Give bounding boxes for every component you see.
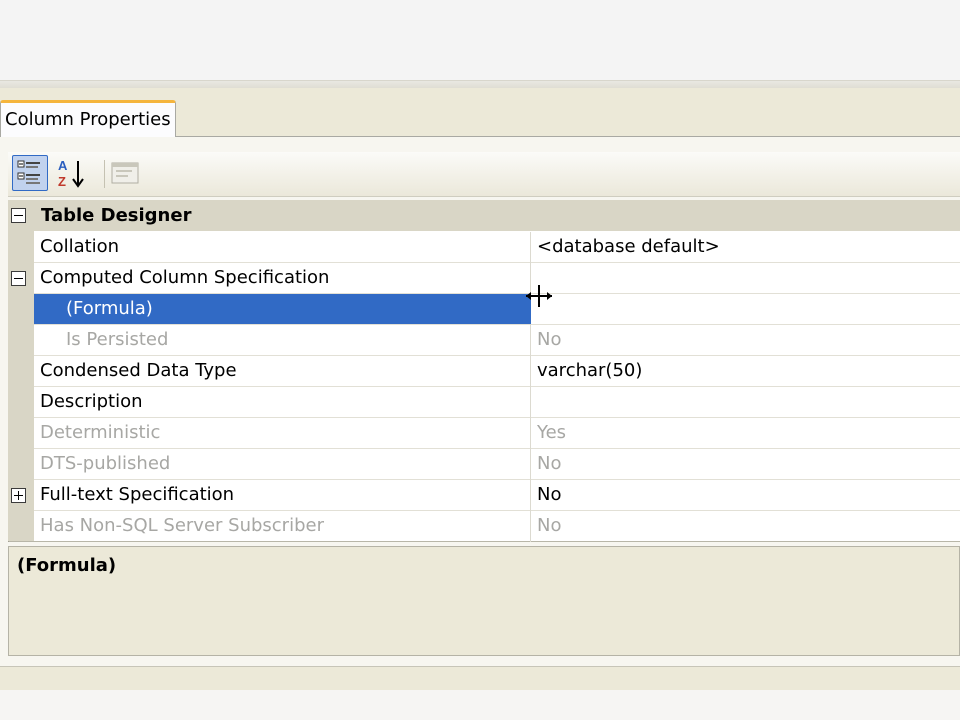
- property-row-has-non-sql-server-subscriber[interactable]: Has Non-SQL Server Subscriber No: [34, 511, 960, 542]
- property-name: Has Non-SQL Server Subscriber: [40, 515, 324, 536]
- svg-text:A: A: [58, 158, 68, 173]
- property-toolbar: A Z: [8, 152, 960, 197]
- collapse-icon[interactable]: [11, 271, 26, 286]
- property-value: No: [537, 329, 562, 350]
- property-row-condensed-data-type[interactable]: Condensed Data Type varchar(50): [34, 356, 960, 387]
- property-name: Computed Column Specification: [40, 267, 330, 288]
- categorized-button[interactable]: [12, 155, 48, 191]
- column-divider[interactable]: [530, 387, 531, 418]
- column-divider[interactable]: [530, 325, 531, 356]
- expand-icon[interactable]: [11, 488, 26, 503]
- alphabetical-button[interactable]: A Z: [54, 155, 90, 191]
- property-row-is-persisted[interactable]: Is Persisted No: [34, 325, 960, 356]
- property-row-deterministic[interactable]: Deterministic Yes: [34, 418, 960, 449]
- property-row-dts-published[interactable]: DTS-published No: [34, 449, 960, 480]
- property-value[interactable]: <database default>: [537, 232, 720, 262]
- property-name: Condensed Data Type: [40, 360, 237, 381]
- property-name: Description: [40, 391, 143, 412]
- description-panel: (Formula): [8, 546, 960, 656]
- alphabetical-sort-icon: A Z: [58, 158, 84, 189]
- column-divider[interactable]: [530, 480, 531, 511]
- collapse-icon[interactable]: [11, 208, 26, 223]
- selected-property-name[interactable]: (Formula): [34, 294, 531, 324]
- property-row-computed-column-specification[interactable]: Computed Column Specification: [34, 263, 960, 294]
- property-name: DTS-published: [40, 453, 171, 474]
- property-name: Full-text Specification: [40, 484, 235, 505]
- property-name: Collation: [40, 236, 120, 257]
- top-blank-area: [0, 0, 960, 80]
- property-row-full-text-specification[interactable]: Full-text Specification No: [34, 480, 960, 511]
- tab-label: Column Properties: [5, 109, 171, 130]
- toolbar-separator: [104, 160, 105, 188]
- category-table-designer[interactable]: Table Designer: [8, 200, 960, 231]
- categorized-icon: [17, 160, 40, 184]
- property-pages-button[interactable]: [108, 155, 144, 191]
- column-divider[interactable]: [530, 356, 531, 387]
- property-row-description[interactable]: Description: [34, 387, 960, 418]
- property-value: No: [537, 453, 562, 474]
- property-value[interactable]: No: [537, 480, 561, 510]
- property-value: No: [537, 515, 562, 536]
- column-divider[interactable]: [530, 418, 531, 449]
- resize-cursor-icon: [526, 285, 552, 307]
- column-divider[interactable]: [530, 449, 531, 480]
- description-title: (Formula): [17, 555, 117, 576]
- column-divider[interactable]: [530, 232, 531, 263]
- column-divider[interactable]: [530, 511, 531, 542]
- property-value[interactable]: varchar(50): [537, 356, 642, 386]
- bottom-splitter: [0, 666, 960, 691]
- category-label: Table Designer: [41, 205, 192, 226]
- property-name: (Formula): [66, 298, 153, 319]
- property-name: Deterministic: [40, 422, 161, 443]
- property-pages-icon: [111, 162, 139, 184]
- svg-text:Z: Z: [58, 174, 66, 189]
- property-name: Is Persisted: [66, 329, 169, 350]
- property-value: Yes: [537, 422, 567, 443]
- bottom-area: [0, 690, 960, 720]
- property-row-collation[interactable]: Collation <database default>: [34, 232, 960, 263]
- tab-column-properties[interactable]: Column Properties: [0, 100, 176, 137]
